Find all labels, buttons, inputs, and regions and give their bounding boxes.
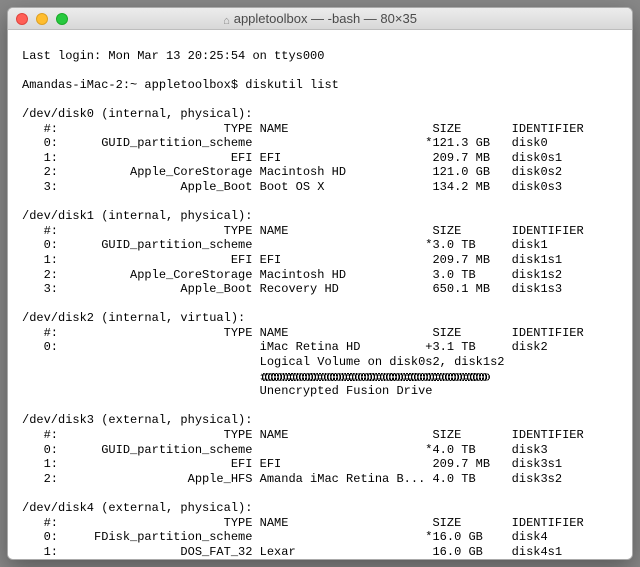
- disk-header-line: #: TYPE NAME SIZE IDENTIFIER: [22, 428, 626, 443]
- maximize-icon[interactable]: [56, 13, 68, 25]
- prompt-host: Amandas-iMac-2:~ appletoolbox$: [22, 78, 245, 92]
- disk-device-line: /dev/disk0 (internal, physical):: [22, 107, 626, 122]
- terminal-window: ⌂ appletoolbox — -bash — 80×35 Last login…: [7, 7, 633, 560]
- blank-line: [22, 297, 626, 312]
- last-login-line: Last login: Mon Mar 13 20:25:54 on ttys0…: [22, 49, 626, 64]
- disk-device-line: /dev/disk1 (internal, physical):: [22, 209, 626, 224]
- disk-partition-row: 0: GUID_partition_scheme *4.0 TB disk3: [22, 443, 626, 458]
- disk-header-line: #: TYPE NAME SIZE IDENTIFIER: [22, 326, 626, 341]
- blank-line: [22, 486, 626, 501]
- redaction-scribble-icon: [260, 373, 490, 381]
- disk-header-line: #: TYPE NAME SIZE IDENTIFIER: [22, 516, 626, 531]
- disk-partition-row: 1: EFI EFI 209.7 MB disk1s1: [22, 253, 626, 268]
- disk-device-line: /dev/disk2 (internal, virtual):: [22, 311, 626, 326]
- close-icon[interactable]: [16, 13, 28, 25]
- titlebar: ⌂ appletoolbox — -bash — 80×35: [8, 8, 632, 30]
- disk-partition-row: 2: Apple_CoreStorage Macintosh HD 121.0 …: [22, 165, 626, 180]
- home-folder-icon: ⌂: [223, 15, 230, 27]
- window-title: appletoolbox — -bash — 80×35: [234, 11, 417, 26]
- disk-partition-row: 0: GUID_partition_scheme *3.0 TB disk1: [22, 238, 626, 253]
- disk-partition-row: 1: EFI EFI 209.7 MB disk3s1: [22, 457, 626, 472]
- disk-partition-row: 1: EFI EFI 209.7 MB disk0s1: [22, 151, 626, 166]
- blank-line: [22, 399, 626, 414]
- prompt-line-1: Amandas-iMac-2:~ appletoolbox$ diskutil …: [22, 78, 626, 93]
- disk-device-line: /dev/disk4 (external, physical):: [22, 501, 626, 516]
- disk-partition-row: Logical Volume on disk0s2, disk1s2: [22, 355, 626, 370]
- window-title-wrap: ⌂ appletoolbox — -bash — 80×35: [8, 11, 632, 27]
- traffic-lights: [16, 13, 68, 25]
- disk-header-line: #: TYPE NAME SIZE IDENTIFIER: [22, 122, 626, 137]
- disk-partition-row: 0: FDisk_partition_scheme *16.0 GB disk4: [22, 530, 626, 545]
- disk-partition-row: 3: Apple_Boot Recovery HD 650.1 MB disk1…: [22, 282, 626, 297]
- blank-line: [22, 195, 626, 210]
- disk-partition-row: 3: Apple_Boot Boot OS X 134.2 MB disk0s3: [22, 180, 626, 195]
- disk-partition-row: 0: GUID_partition_scheme *121.3 GB disk0: [22, 136, 626, 151]
- minimize-icon[interactable]: [36, 13, 48, 25]
- diskutil-output: /dev/disk0 (internal, physical): #: TYPE…: [22, 107, 626, 559]
- disk-partition-row: 2: Apple_HFS Amanda iMac Retina B... 4.0…: [22, 472, 626, 487]
- terminal-content[interactable]: Last login: Mon Mar 13 20:25:54 on ttys0…: [8, 30, 632, 559]
- disk-partition-row: 0: iMac Retina HD +3.1 TB disk2: [22, 340, 626, 355]
- command-text: diskutil list: [245, 78, 339, 92]
- fusion-drive-line: Unencrypted Fusion Drive: [22, 384, 626, 399]
- disk-header-line: #: TYPE NAME SIZE IDENTIFIER: [22, 224, 626, 239]
- disk-device-line: /dev/disk3 (external, physical):: [22, 413, 626, 428]
- disk-partition-row: 2: Apple_CoreStorage Macintosh HD 3.0 TB…: [22, 268, 626, 283]
- redacted-uuid-line: [22, 370, 626, 385]
- disk-partition-row: 1: DOS_FAT_32 Lexar 16.0 GB disk4s1: [22, 545, 626, 559]
